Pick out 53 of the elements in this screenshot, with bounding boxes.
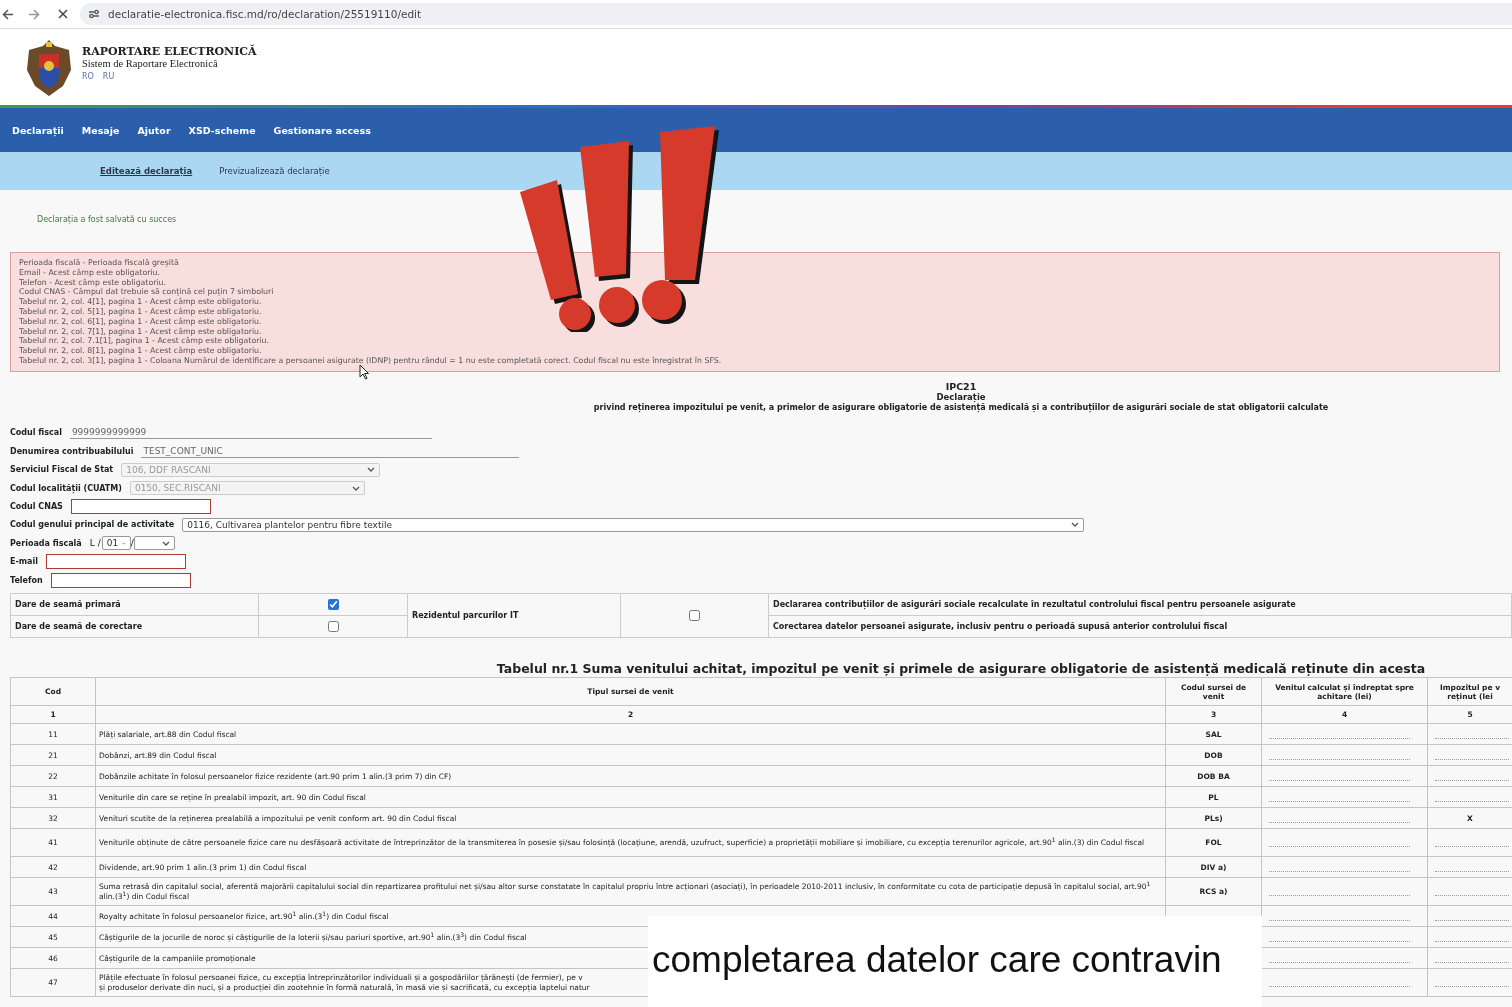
table-cell: Dare de seamă primară [10, 593, 259, 616]
text-field[interactable]: TEST_CONT_UNIC [141, 444, 520, 458]
field-label: Codul fiscal [10, 428, 62, 438]
nav-link[interactable]: Mesaje [81, 124, 120, 136]
text-field[interactable]: 9999999999999 [69, 426, 432, 440]
form-code: IPC21 [945, 380, 977, 392]
subnav-tab[interactable]: Previzualizează declarație [219, 166, 330, 176]
close-icon[interactable] [58, 9, 68, 19]
input-field[interactable] [50, 572, 191, 588]
dropdown[interactable]: 0116, Cultivarea plantelor pentru fibre textile [182, 517, 1085, 532]
table-cell: Rezidentul parcurilor IT [407, 593, 621, 638]
caret-icon [351, 485, 360, 491]
nav-link[interactable]: Gestionare access [273, 124, 371, 136]
nav-link[interactable]: Declarații [12, 124, 64, 136]
dropdown[interactable]: 01 [101, 536, 131, 551]
back-icon[interactable] [2, 8, 14, 20]
dropdown[interactable] [133, 536, 175, 551]
form-subtitle: privind reținerea impozitului pe venit, a primelor de asigurare obligatorie de asistență medicală și a contribuțiilor de asigurări sociale de stat obligatorii calculate [593, 402, 1329, 413]
field-label: Codul localității (CUATM) [10, 483, 122, 493]
subnav-tab[interactable]: Editează declarația [100, 166, 193, 176]
table-cell: Corectarea datelor persoanei asigurate, inclusiv pentru o perioadă supusă anterior controlului fiscal [768, 615, 1512, 638]
checkbox[interactable] [327, 599, 339, 611]
site-subtitle: Sistem de Raportare Electronică [82, 58, 218, 69]
success-message: Declarația a fost salvată cu succes [37, 214, 178, 226]
checkbox[interactable] [689, 610, 700, 622]
period-prefix: L / [89, 538, 101, 549]
nav-link[interactable]: Ajutor [137, 124, 171, 136]
cursor-icon [359, 364, 370, 380]
language-link[interactable]: RU [102, 72, 115, 81]
site-title: RAPORTARE ELECTRONICĂ [82, 45, 257, 58]
field-label: E-mail [10, 557, 38, 567]
caret-icon [367, 467, 376, 473]
table-cell: Dare de seamă de corectare [10, 615, 259, 638]
address-bar-url[interactable]: declaratie-electronica.fisc.md/ro/declaration/25519110/edit [108, 8, 422, 20]
field-label: Telefon [10, 575, 43, 585]
field-label: Serviciul Fiscal de Stat [10, 465, 114, 475]
field-label: Perioada fiscală [10, 538, 82, 548]
form-title: Declarație [936, 391, 986, 402]
input-field[interactable] [70, 499, 211, 514]
nav-link[interactable]: XSD-scheme [188, 124, 256, 136]
caret-icon [1071, 522, 1080, 528]
checkbox[interactable] [327, 621, 339, 633]
table-title: Tabelul nr.1 Suma venitului achitat, impozitul pe venit și primele de asigurare obligatorie de asistență medicală reținute din acesta [495, 661, 1427, 678]
site-settings-icon[interactable] [88, 9, 100, 19]
forward-icon[interactable] [28, 8, 40, 20]
field-label: Codul CNAS [10, 502, 63, 511]
language-link[interactable]: RO [82, 72, 94, 81]
separator-text: / [130, 538, 134, 549]
caret-icon [161, 540, 170, 546]
field-label: Codul genului principal de activitate [10, 520, 175, 530]
table-cell: Declararea contribuțiilor de asigurări sociale recalculate în rezultatul controlului fiscal pentru persoanele asigurate [768, 593, 1512, 616]
field-label: Denumirea contribuabilului [10, 446, 134, 456]
input-field[interactable] [46, 554, 186, 570]
